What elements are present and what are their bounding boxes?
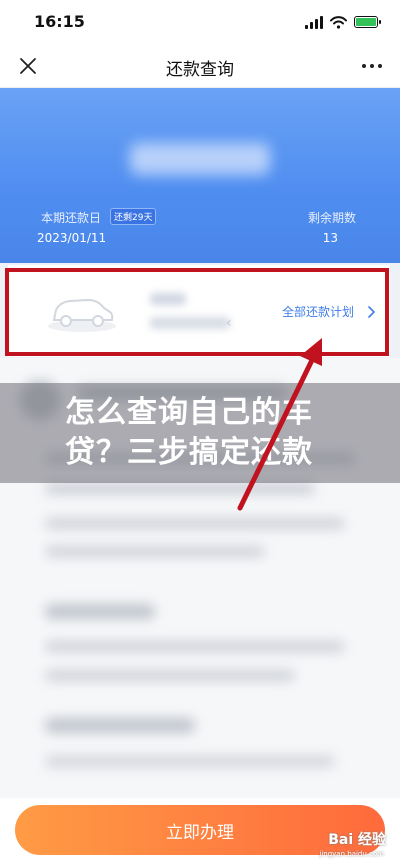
repayment-summary: 本期还款日 还剩29天 2023/01/11 剩余期数 13	[0, 88, 400, 263]
watermark-url: jingyan.baidu.com	[319, 850, 384, 858]
remaining-terms-label: 剩余期数	[307, 211, 356, 225]
status-icons	[305, 13, 381, 31]
blurred-amount	[130, 143, 270, 175]
due-date-value: 2023/01/11	[37, 231, 107, 245]
nav-bar: 还款查询	[0, 44, 400, 88]
page-title: 还款查询	[166, 60, 234, 80]
status-time: 16:15	[34, 12, 85, 31]
watermark: Bai 经验	[328, 832, 386, 848]
remaining-terms-value: 13	[322, 231, 338, 245]
headline-text: 怎么查询自己的车贷？三步搞定还款	[65, 395, 313, 470]
wifi-icon	[330, 15, 347, 29]
days-left-badge: 还剩29天	[110, 208, 157, 225]
signal-icon	[305, 15, 323, 29]
status-bar: 16:15	[0, 0, 400, 44]
battery-icon	[354, 16, 381, 28]
due-date-label: 本期还款日	[41, 211, 102, 225]
more-icon[interactable]	[362, 64, 382, 68]
highlight-frame	[5, 268, 389, 356]
